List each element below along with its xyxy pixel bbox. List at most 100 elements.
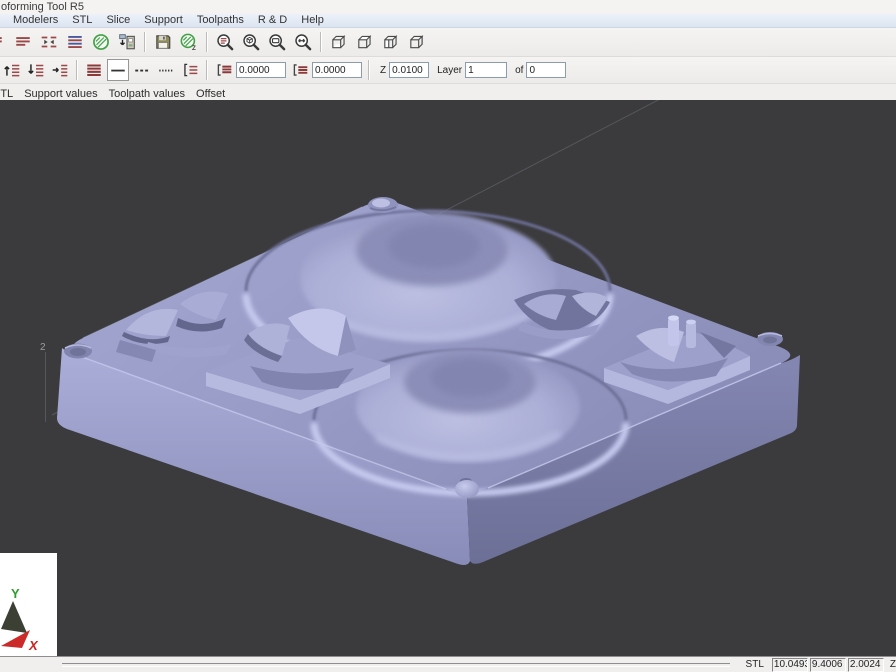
hatch-circle-z-button[interactable]: z [177,30,201,54]
x-axis-label: X [28,638,39,653]
scene-3d[interactable]: 2 [0,100,896,656]
all-layers-button[interactable] [83,59,105,81]
view-cube-button[interactable] [405,30,429,54]
zoom-window-icon [268,33,286,51]
view-open-box-icon [330,33,348,51]
dashed-layer-button[interactable] [131,59,153,81]
send-to-machine-icon [118,33,136,51]
slice-stack-button[interactable] [63,30,87,54]
clipped-toolbar-button[interactable] [0,30,5,54]
slices-button[interactable] [11,30,35,54]
all-layers-icon [85,61,103,79]
window-title: oforming Tool R5 [1,1,84,13]
tab-stl[interactable]: STL [0,88,13,100]
view-cube-icon [408,33,426,51]
zoom-cube-button[interactable] [239,30,263,54]
hatch-circle-button[interactable] [89,30,113,54]
range-upper-input[interactable] [312,62,362,78]
menu-item-toolpaths[interactable]: Toolpaths [190,14,251,27]
axis-indicator-box: Y X [0,553,57,656]
menu-item-slice[interactable]: Slice [99,14,137,27]
main-toolbar: z [0,28,896,57]
toolbar-separator [76,60,78,80]
zoom-slices-icon [216,33,234,51]
menu-item-modelers[interactable]: Modelers [6,14,65,27]
tab-toolpath-values[interactable]: Toolpath values [109,88,185,100]
zoom-extents-button[interactable] [291,30,315,54]
title-bar[interactable]: oforming Tool R5 [0,0,896,14]
status-z-label: Z [890,659,896,670]
of-input[interactable] [526,62,566,78]
axis-triad: Y X [0,553,57,656]
range-lower-button[interactable] [213,59,235,81]
single-layer-button[interactable] [107,59,129,81]
status-mode-label: STL [746,659,764,670]
svg-text:z: z [192,42,196,51]
hatch-circle-z-icon: z [180,33,198,51]
status-coord-y: 9.4006 [810,658,846,672]
view-corner-box-button[interactable] [353,30,377,54]
send-to-machine-button[interactable] [115,30,139,54]
view-corner-box-icon [356,33,374,51]
slices-icon [14,33,32,51]
toolbar-separator [206,60,208,80]
dashed-layer-icon [133,61,151,79]
layer-up-button[interactable] [1,59,23,81]
layers-toolbar: Z Layer of [0,57,896,84]
view-left-box-icon [382,33,400,51]
range-upper-button[interactable] [289,59,311,81]
range-upper-icon [291,61,309,79]
zoom-extents-icon [294,33,312,51]
menu-item-stl[interactable]: STL [65,14,99,27]
z-input[interactable] [389,62,429,78]
status-bar: STL 10.0493 9.4006 2.0024 Z [0,656,896,672]
menu-item-r-d[interactable]: R & D [251,14,294,27]
tab-support-values[interactable]: Support values [24,88,97,100]
view-open-box-button[interactable] [327,30,351,54]
bracket-layers-button[interactable] [179,59,201,81]
layer-down-button[interactable] [25,59,47,81]
bracket-layers-icon [181,61,199,79]
layer-down-icon [27,61,45,79]
z-label: Z [380,65,386,76]
application-window: oforming Tool R5 ModelersSTLSliceSupport… [0,0,896,672]
y-axis-label: Y [11,586,20,601]
range-lower-input[interactable] [236,62,286,78]
clipped-icon [0,33,4,51]
menu-item-support[interactable]: Support [137,14,190,27]
status-coord-x: 10.0493 [772,658,808,672]
layer-up-icon [3,61,21,79]
zoom-window-button[interactable] [265,30,289,54]
zoom-slices-button[interactable] [213,30,237,54]
viewport-3d[interactable]: 2 [0,100,896,656]
layer-goto-button[interactable] [49,59,71,81]
y-axis-arrow [1,601,27,633]
toolbar-separator [368,60,370,80]
toolbar-separator [206,32,208,52]
tab-offset[interactable]: Offset [196,88,225,100]
merge-slices-icon [40,33,58,51]
menu-bar: ModelersSTLSliceSupportToolpathsR & DHel… [0,14,896,28]
layer-label: Layer [437,65,462,76]
toolbar-separator [320,32,322,52]
fine-dashed-layer-button[interactable] [155,59,177,81]
menu-item-help[interactable]: Help [294,14,331,27]
status-message-area [62,663,730,667]
save-icon [154,33,172,51]
range-lower-icon [215,61,233,79]
x-axis-arrow [1,630,30,648]
toolbar-separator [144,32,146,52]
slice-stack-icon [66,33,84,51]
zoom-cube-icon [242,33,260,51]
layer-goto-icon [51,61,69,79]
single-layer-icon [109,61,127,79]
z-axis-tick-label: 2 [40,342,46,353]
mold-plate [57,197,800,565]
save-button[interactable] [151,30,175,54]
view-left-box-button[interactable] [379,30,403,54]
merge-slices-button[interactable] [37,30,61,54]
layer-input[interactable] [465,62,507,78]
status-coord-z: 2.0024 [848,658,884,672]
of-label: of [515,65,523,76]
hatch-circle-icon [92,33,110,51]
